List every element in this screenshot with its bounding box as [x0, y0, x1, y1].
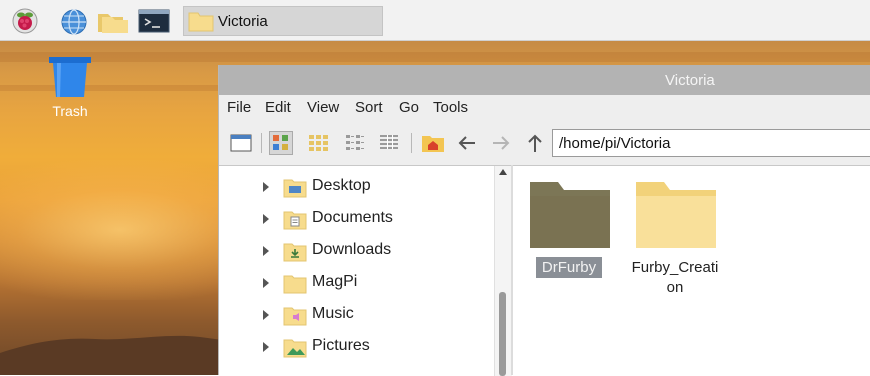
trash-desktop-item[interactable]: Trash	[45, 55, 105, 119]
window-titlebar[interactable]: Victoria	[219, 65, 870, 95]
sidebar-item-label: Documents	[312, 209, 393, 226]
toolbar-separator	[411, 133, 412, 153]
trash-label: Trash	[52, 103, 88, 119]
music-folder-icon	[283, 307, 307, 326]
file-name-line: on	[666, 279, 684, 296]
raspberry-menu-icon[interactable]	[12, 8, 38, 34]
home-folder-icon[interactable]	[421, 131, 445, 155]
toolbar-separator	[261, 133, 262, 153]
expand-arrow-icon[interactable]	[263, 342, 269, 352]
back-arrow-icon[interactable]	[455, 131, 479, 155]
menu-go[interactable]: Go	[399, 99, 419, 116]
toolbar	[219, 123, 870, 163]
file-manager-window: Victoria File Edit View Sort Go Tools /h…	[218, 65, 870, 376]
menu-view[interactable]: View	[307, 99, 339, 116]
downloads-folder-icon	[283, 243, 307, 262]
up-arrow-icon[interactable]	[523, 131, 547, 155]
documents-folder-icon	[283, 211, 307, 230]
sidebar-item-documents[interactable]: Documents	[219, 204, 494, 234]
menu-bar: File Edit View Sort Go Tools	[219, 95, 870, 123]
folder-icon	[188, 12, 214, 32]
expand-arrow-icon[interactable]	[263, 182, 269, 192]
sidebar-item-label: Pictures	[312, 337, 370, 354]
sidebar-item-label: Downloads	[312, 241, 392, 258]
expand-arrow-icon[interactable]	[263, 246, 269, 256]
file-name: DrFurby	[535, 257, 603, 278]
mountain-silhouette	[0, 335, 230, 375]
desktop-folder-icon	[283, 179, 307, 198]
sidebar-item-label: MagPi	[312, 273, 358, 290]
taskbar-window-button[interactable]: Victoria	[183, 6, 383, 36]
expand-arrow-icon[interactable]	[263, 310, 269, 320]
sidebar-scrollbar[interactable]	[494, 166, 512, 376]
web-browser-icon[interactable]	[60, 8, 87, 35]
sidebar-item-label: Desktop	[312, 177, 371, 194]
menu-edit[interactable]: Edit	[265, 99, 291, 116]
folder-icon	[530, 182, 610, 248]
folder-icon	[636, 182, 716, 248]
sidebar-item-music[interactable]: Music	[219, 300, 494, 330]
scrollbar-thumb[interactable]	[499, 292, 506, 376]
folder-icon	[283, 275, 307, 294]
expand-arrow-icon[interactable]	[263, 278, 269, 288]
sidebar-item-downloads[interactable]: Downloads	[219, 236, 494, 266]
menu-file[interactable]: File	[227, 99, 251, 116]
list-view-icon[interactable]	[377, 131, 401, 155]
thumbnail-view-icon[interactable]	[307, 131, 331, 155]
file-manager-icon[interactable]	[96, 10, 128, 36]
taskbar-window-label: Victoria	[218, 13, 268, 30]
new-window-icon[interactable]	[229, 131, 253, 155]
trash-icon	[49, 57, 91, 97]
scroll-up-arrow-icon[interactable]	[499, 169, 507, 175]
forward-arrow-icon[interactable]	[489, 131, 513, 155]
menu-tools[interactable]: Tools	[433, 99, 468, 116]
icon-view-icon[interactable]	[269, 131, 293, 155]
sidebar-item-desktop[interactable]: Desktop	[219, 172, 494, 202]
cloud-streak	[0, 52, 870, 62]
expand-arrow-icon[interactable]	[263, 214, 269, 224]
window-title: Victoria	[665, 72, 715, 89]
taskbar: Victoria	[0, 0, 870, 41]
pictures-folder-icon	[283, 339, 307, 358]
file-view: DrFurby Furby_Creati on	[513, 165, 870, 376]
sidebar-item-label: Music	[312, 305, 354, 322]
file-name-line: Furby_Creati	[631, 259, 719, 276]
compact-view-icon[interactable]	[343, 131, 367, 155]
terminal-icon[interactable]	[138, 9, 170, 35]
path-input[interactable]	[552, 129, 870, 157]
sidebar-tree: Desktop Documents Downloads MagPi Music …	[219, 165, 512, 376]
menu-sort[interactable]: Sort	[355, 99, 383, 116]
sidebar-item-pictures[interactable]: Pictures	[219, 332, 494, 362]
sidebar-item-magpi[interactable]: MagPi	[219, 268, 494, 298]
